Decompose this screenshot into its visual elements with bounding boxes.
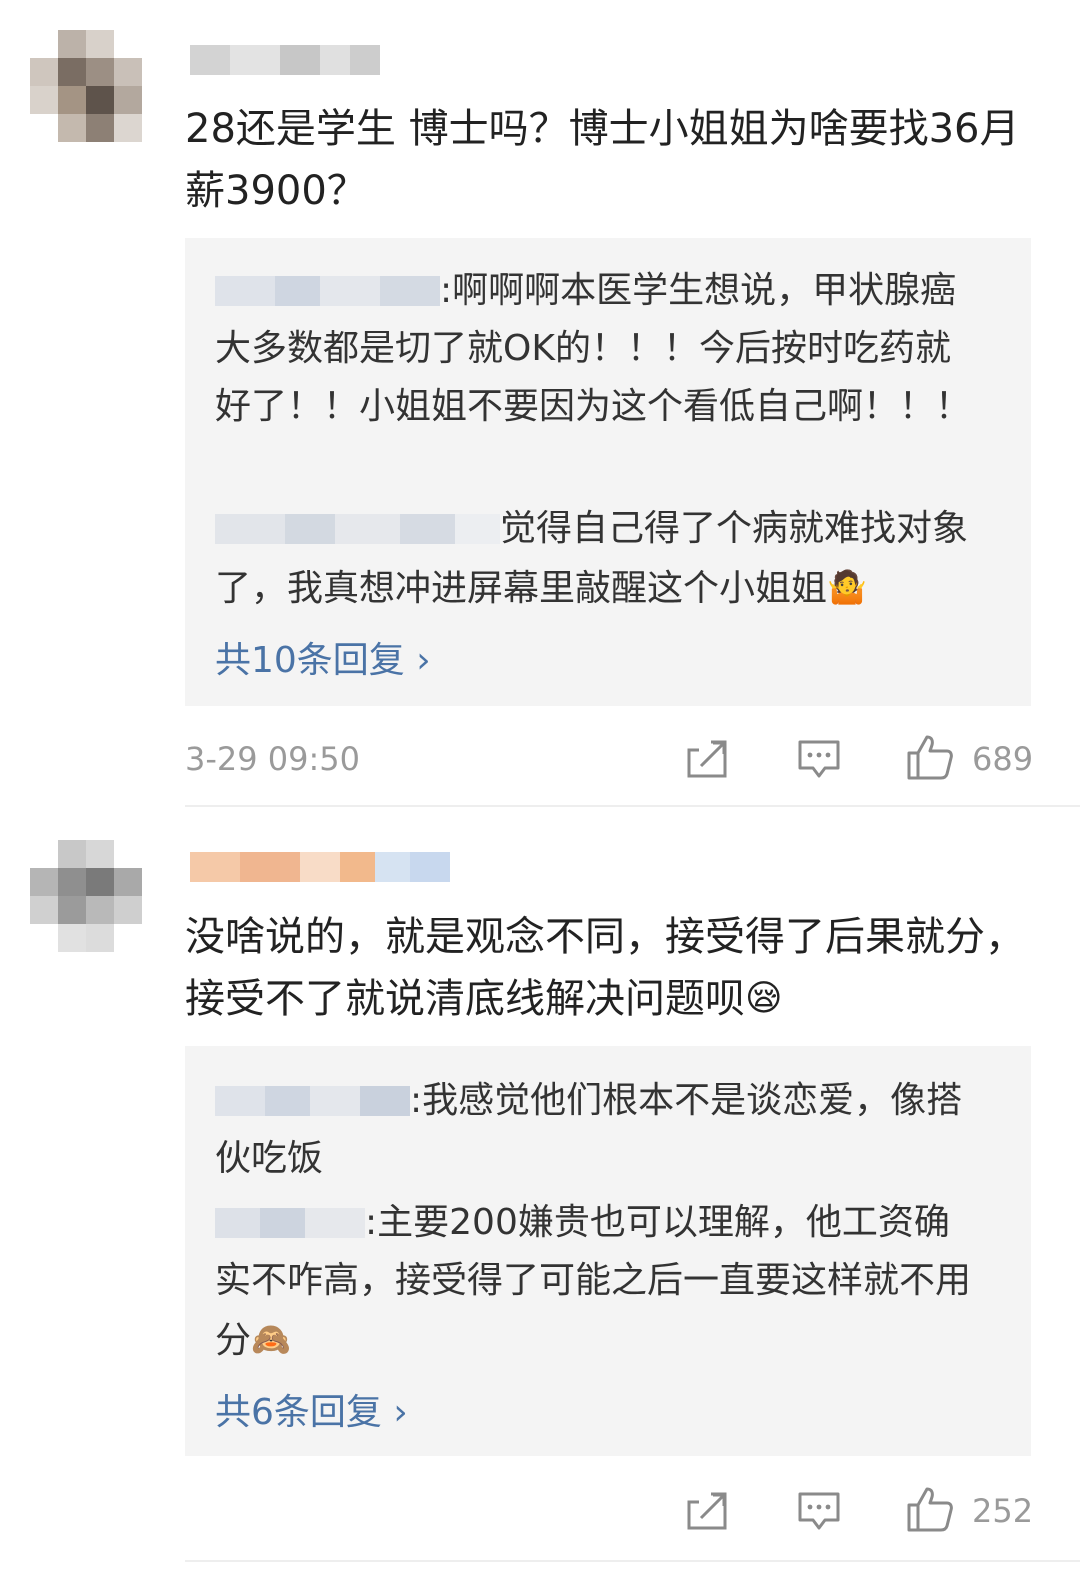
like-button[interactable] xyxy=(905,733,955,781)
divider xyxy=(185,1560,1080,1562)
comment-text-content: 没啥说的，就是观念不同，接受得了后果就分，接受不了就说清底线解决问题呗 xyxy=(185,914,1025,1022)
share-button[interactable] xyxy=(685,1490,729,1532)
reply-item[interactable]: :我感觉他们根本不是谈恋爱，像搭伙吃饭 xyxy=(215,1072,975,1188)
reply-item[interactable]: :啊啊啊本医学生想说，甲状腺癌大多数都是切了就OK的！！！今后按时吃药就好了！！… xyxy=(215,262,975,436)
thumbs-up-icon xyxy=(907,735,953,780)
sleepy-emoji-icon: 😪 xyxy=(745,978,783,1019)
reply-item[interactable]: :主要200嫌贵也可以理解，他工资确实不咋高，接受得了可能之后一直要这样就不用分… xyxy=(215,1194,975,1370)
comment-item: 28还是学生 博士吗？博士小姐姐为啥要找36月薪3900？ :啊啊啊本医学生想说… xyxy=(0,0,1080,800)
timestamp: 3-29 09:50 xyxy=(185,740,361,778)
comment-icon xyxy=(798,740,840,778)
comment-text: 没啥说的，就是观念不同，接受得了后果就分，接受不了就说清底线解决问题呗😪 xyxy=(185,906,1045,1030)
reply-separator: : xyxy=(440,270,453,311)
comment-button[interactable] xyxy=(797,1490,841,1532)
like-count: 252 xyxy=(972,1492,1034,1530)
shrug-emoji-icon: 🤷 xyxy=(827,568,867,606)
username[interactable] xyxy=(190,852,450,882)
reply-separator: : xyxy=(410,1080,423,1121)
share-icon xyxy=(687,1492,727,1530)
share-button[interactable] xyxy=(685,738,729,780)
reply-username[interactable] xyxy=(215,1086,410,1116)
thumbs-up-icon xyxy=(907,1487,953,1532)
monkey-emoji-icon: 🙈 xyxy=(251,1320,291,1358)
comment-text: 28还是学生 博士吗？博士小姐姐为啥要找36月薪3900？ xyxy=(185,106,1020,214)
replies-box[interactable]: :啊啊啊本医学生想说，甲状腺癌大多数都是切了就OK的！！！今后按时吃药就好了！！… xyxy=(185,238,1031,706)
replies-box[interactable]: :我感觉他们根本不是谈恋爱，像搭伙吃饭 :主要200嫌贵也可以理解，他工资确实不… xyxy=(185,1046,1031,1456)
share-icon xyxy=(687,740,727,778)
like-button[interactable] xyxy=(905,1485,955,1533)
reply-separator: : xyxy=(365,1202,378,1243)
like-count: 689 xyxy=(972,740,1034,778)
more-replies-link[interactable]: 共6条回复 › xyxy=(215,1383,408,1435)
reply-username[interactable] xyxy=(215,276,440,306)
reply-item[interactable]: 觉得自己得了个病就难找对象了，我真想冲进屏幕里敲醒这个小姐姐🤷 xyxy=(215,500,975,618)
more-replies-link[interactable]: 共10条回复 › xyxy=(215,631,431,683)
comment-icon xyxy=(798,1492,840,1530)
avatar[interactable] xyxy=(30,840,142,952)
avatar[interactable] xyxy=(30,30,142,142)
reply-username[interactable] xyxy=(215,1208,365,1238)
divider xyxy=(185,805,1080,807)
username[interactable] xyxy=(190,45,380,75)
reply-username[interactable] xyxy=(215,514,500,544)
comment-button[interactable] xyxy=(797,738,841,780)
